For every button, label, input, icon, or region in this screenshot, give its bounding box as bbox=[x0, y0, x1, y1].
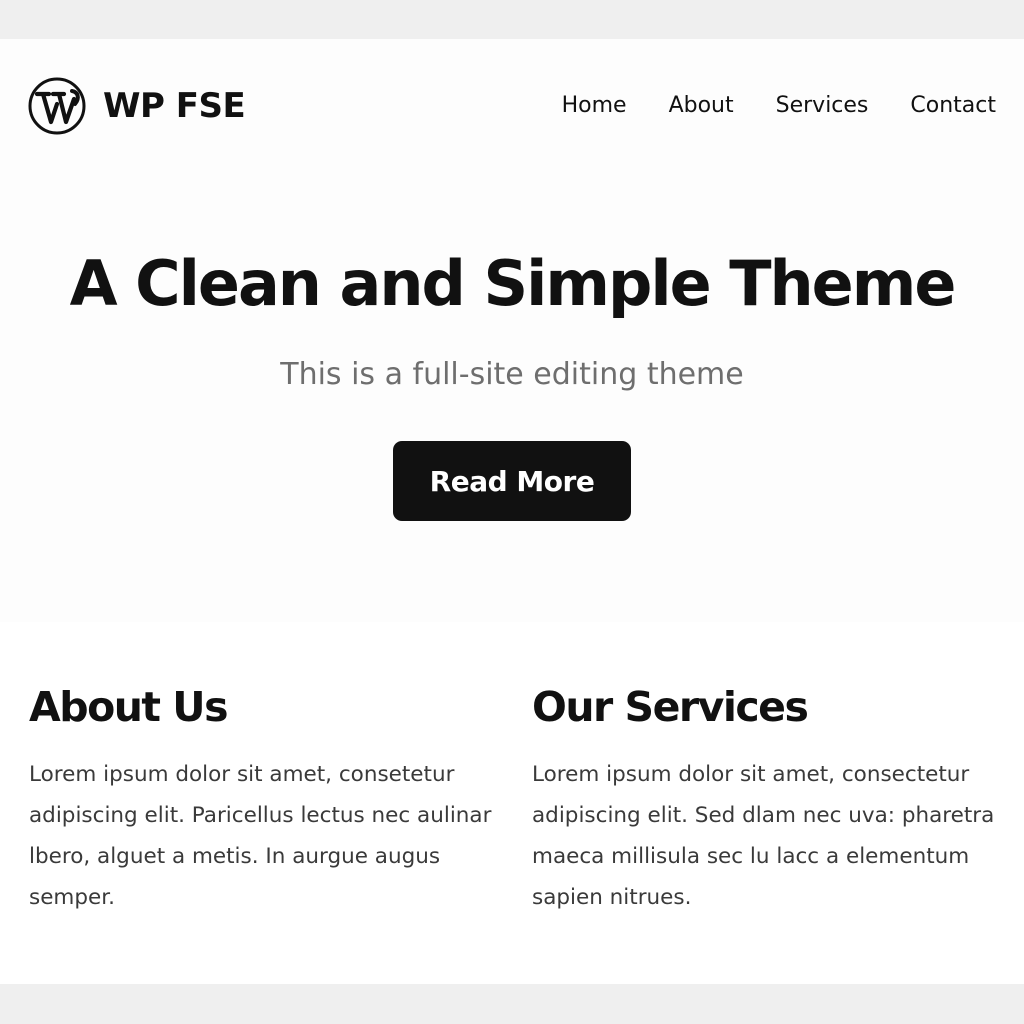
services-section: Our Services Lorem ipsum dolor sit amet,… bbox=[532, 687, 1002, 918]
site-logo[interactable]: WP FSE bbox=[28, 77, 246, 135]
main-nav: Home About Services Contact bbox=[562, 95, 996, 117]
nav-link-contact[interactable]: Contact bbox=[910, 95, 996, 117]
services-text: Lorem ipsum dolor sit amet, consectetur … bbox=[532, 762, 995, 910]
about-heading: About Us bbox=[29, 683, 229, 731]
services-heading: Our Services bbox=[532, 683, 809, 731]
wordpress-logo-icon bbox=[28, 77, 86, 135]
site-header: WP FSE Home About Services Contact bbox=[0, 39, 1024, 173]
about-text: Lorem ipsum dolor sit amet, consetetur a… bbox=[29, 762, 492, 910]
page: WP FSE Home About Services Contact A Cle… bbox=[0, 39, 1024, 984]
hero-subtitle: This is a full-site editing theme bbox=[280, 357, 744, 392]
nav-link-home[interactable]: Home bbox=[562, 95, 627, 117]
nav-link-services[interactable]: Services bbox=[776, 95, 869, 117]
nav-link-about[interactable]: About bbox=[669, 95, 734, 117]
site-title: WP FSE bbox=[103, 86, 246, 126]
read-more-button[interactable]: Read More bbox=[393, 441, 631, 521]
hero-title: A Clean and Simple Theme bbox=[69, 247, 957, 320]
about-section: About Us Lorem ipsum dolor sit amet, con… bbox=[29, 687, 499, 918]
